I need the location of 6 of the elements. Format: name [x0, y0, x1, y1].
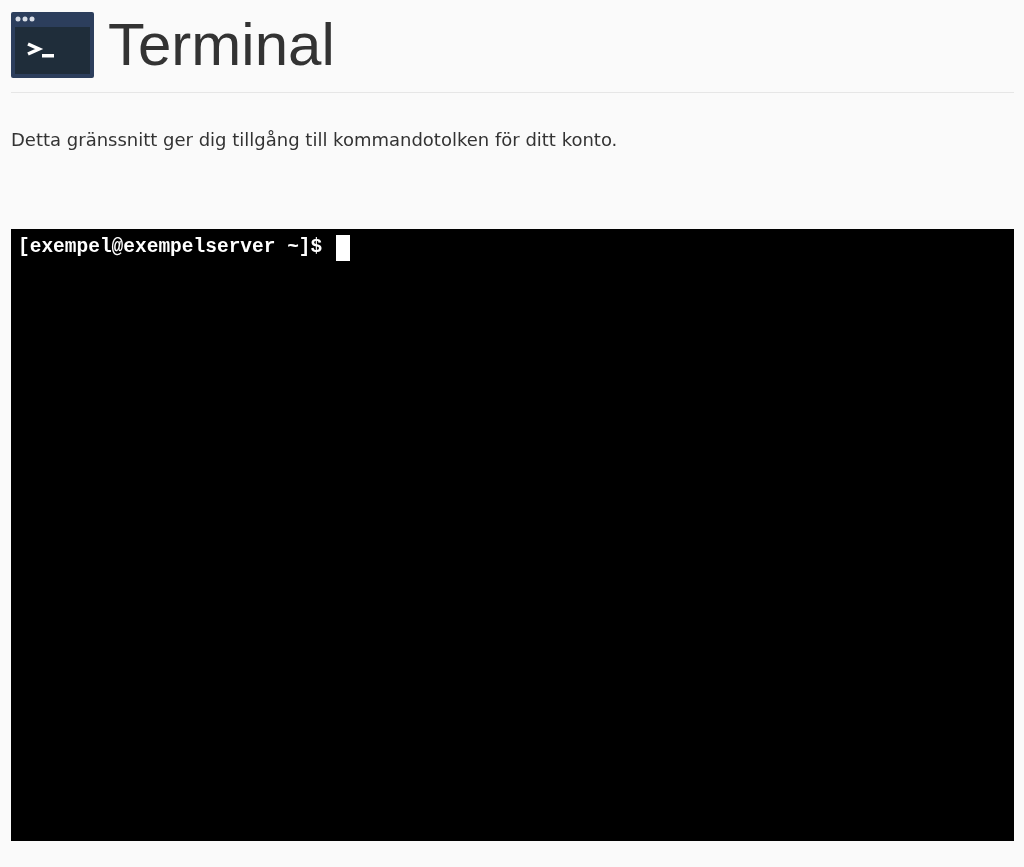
terminal-icon	[11, 12, 94, 78]
terminal-screen[interactable]: [exempel@exempelserver ~]$	[11, 229, 1014, 841]
text-cursor	[336, 235, 351, 261]
shell-prompt: [exempel@exempelserver ~]$	[18, 235, 323, 259]
page-title: Terminal	[108, 12, 335, 78]
description-text: Detta gränssnitt ger dig tillgång till kommandotolken för ditt konto.	[11, 128, 619, 152]
